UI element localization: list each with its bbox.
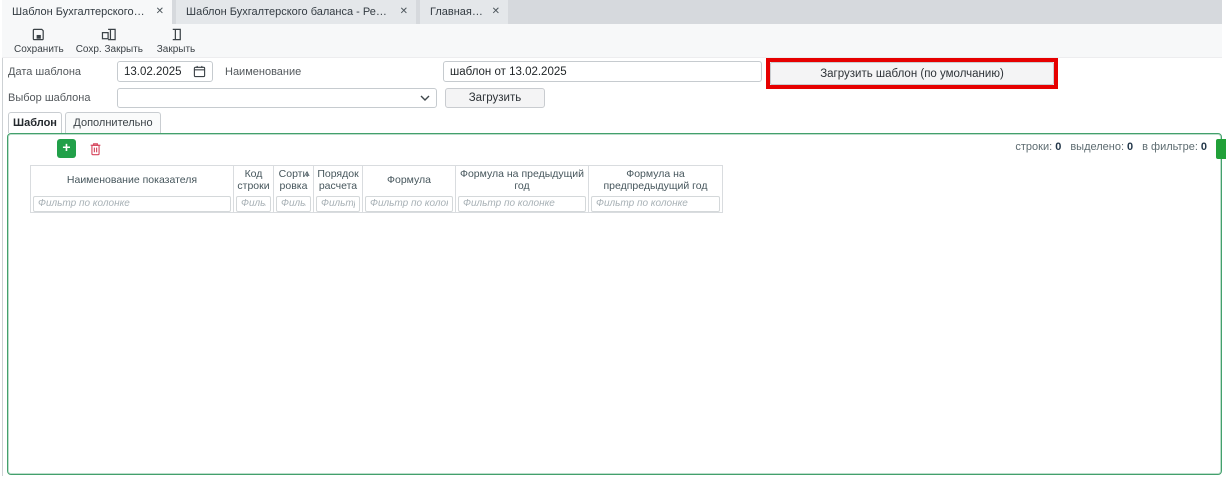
save-button-label: Сохранить (14, 44, 64, 55)
window-tab-bar: Шаблон Бухгалтерского баланса ✕ Шаблон Б… (2, 0, 1222, 24)
name-input[interactable]: шаблон от 13.02.2025 (443, 61, 762, 82)
load-default-template-button[interactable]: Загрузить шаблон (по умолчанию) (770, 62, 1054, 85)
name-label: Наименование (225, 66, 302, 78)
filtered-stat-label: в фильтре: (1142, 141, 1198, 153)
column-header: Формула на предпредыдущий год (603, 167, 708, 192)
filter-input-indicator-name[interactable] (33, 195, 231, 212)
main-toolbar: Сохранить Сохр. Закрыть Закрыть (2, 24, 1222, 58)
export-button[interactable] (1216, 139, 1226, 159)
column-calc-order[interactable]: Порядок расчета (314, 166, 363, 212)
selected-stat: выделено: 0 (1070, 141, 1133, 153)
template-date-input[interactable]: 13.02.2025 (117, 61, 213, 82)
column-row-code[interactable]: Код строки (234, 166, 274, 212)
chevron-down-icon (420, 95, 430, 101)
tab-label: Главная форма (430, 6, 484, 18)
filtered-stat-value: 0 (1200, 141, 1207, 153)
trash-icon (88, 141, 103, 157)
column-formula-prev-prev-year[interactable]: Формула на предпредыдущий год (589, 166, 722, 212)
column-header: Код строки (237, 167, 270, 192)
filter-input-formula-prev-year[interactable] (458, 195, 586, 212)
template-select[interactable] (117, 88, 437, 108)
column-sorting[interactable]: Сортировка ▲ (274, 166, 314, 212)
template-select-label: Выбор шаблона (8, 92, 91, 104)
highlight-annotation: Загрузить шаблон (по умолчанию) (766, 58, 1058, 89)
template-table: Наименование показателя Код строки Сорти… (30, 165, 723, 213)
rows-stat-label: строки: (1015, 141, 1053, 153)
close-button[interactable]: Закрыть (149, 24, 203, 57)
tab-balance-template[interactable]: Шаблон Бухгалтерского баланса ✕ (2, 0, 172, 24)
selected-stat-value: 0 (1127, 141, 1134, 153)
column-header: Формула на предыдущий год (459, 167, 584, 192)
tab-additional[interactable]: Дополнительно (65, 112, 161, 133)
filter-input-formula[interactable] (365, 195, 453, 212)
rows-stat: строки: 0 (1015, 141, 1061, 153)
close-icon[interactable]: ✕ (492, 7, 500, 17)
tab-main-form[interactable]: Главная форма ✕ (420, 0, 508, 24)
tab-balance-template-registry[interactable]: Шаблон Бухгалтерского баланса - Реестр з… (176, 0, 416, 24)
template-date-label: Дата шаблона (8, 66, 82, 78)
tab-additional-label: Дополнительно (73, 117, 153, 129)
save-button[interactable]: Сохранить (8, 24, 70, 57)
tab-template[interactable]: Шаблон (8, 112, 62, 133)
tab-label: Шаблон Бухгалтерского баланса - Реестр з… (186, 6, 392, 18)
door-icon (169, 26, 184, 43)
column-header: Порядок расчета (317, 167, 359, 192)
filtered-stat: в фильтре: 0 (1142, 141, 1207, 153)
rows-stat-value: 0 (1055, 141, 1062, 153)
add-row-button[interactable]: + (57, 139, 76, 158)
column-header: Наименование показателя (66, 173, 198, 186)
tab-label: Шаблон Бухгалтерского баланса (12, 6, 148, 18)
close-icon[interactable]: ✕ (156, 7, 164, 17)
load-button-label: Загрузить (468, 92, 522, 104)
load-button[interactable]: Загрузить (445, 88, 545, 108)
tab-template-label: Шаблон (13, 117, 57, 129)
window-border (2, 0, 3, 476)
name-value: шаблон от 13.02.2025 (450, 65, 567, 78)
column-header: Формула (387, 173, 431, 186)
sort-asc-icon[interactable]: ▲ (304, 169, 311, 181)
app-window: Шаблон Бухгалтерского баланса ✕ Шаблон Б… (0, 0, 1226, 480)
plus-icon: + (62, 139, 71, 155)
filter-input-sorting[interactable] (276, 195, 311, 212)
filter-input-row-code[interactable] (236, 195, 271, 212)
column-indicator-name[interactable]: Наименование показателя (31, 166, 234, 212)
close-button-label: Закрыть (156, 44, 196, 55)
delete-row-button[interactable] (86, 139, 105, 158)
column-formula-prev-year[interactable]: Формула на предыдущий год (456, 166, 589, 212)
selected-stat-label: выделено: (1070, 141, 1125, 153)
floppy-icon (31, 26, 46, 43)
filter-input-calc-order[interactable] (316, 195, 360, 212)
save-close-button[interactable]: Сохр. Закрыть (70, 24, 149, 57)
save-close-icon (101, 26, 118, 43)
column-formula[interactable]: Формула (363, 166, 456, 212)
filter-input-formula-prev-prev-year[interactable] (591, 195, 720, 212)
close-icon[interactable]: ✕ (400, 7, 408, 17)
save-close-button-label: Сохр. Закрыть (75, 44, 144, 55)
calendar-icon[interactable] (193, 65, 206, 78)
grid-stats: строки: 0 выделено: 0 в фильтре: 0 (1000, 141, 1207, 153)
load-default-template-button-label: Загрузить шаблон (по умолчанию) (820, 67, 1004, 80)
template-date-value: 13.02.2025 (124, 65, 182, 78)
